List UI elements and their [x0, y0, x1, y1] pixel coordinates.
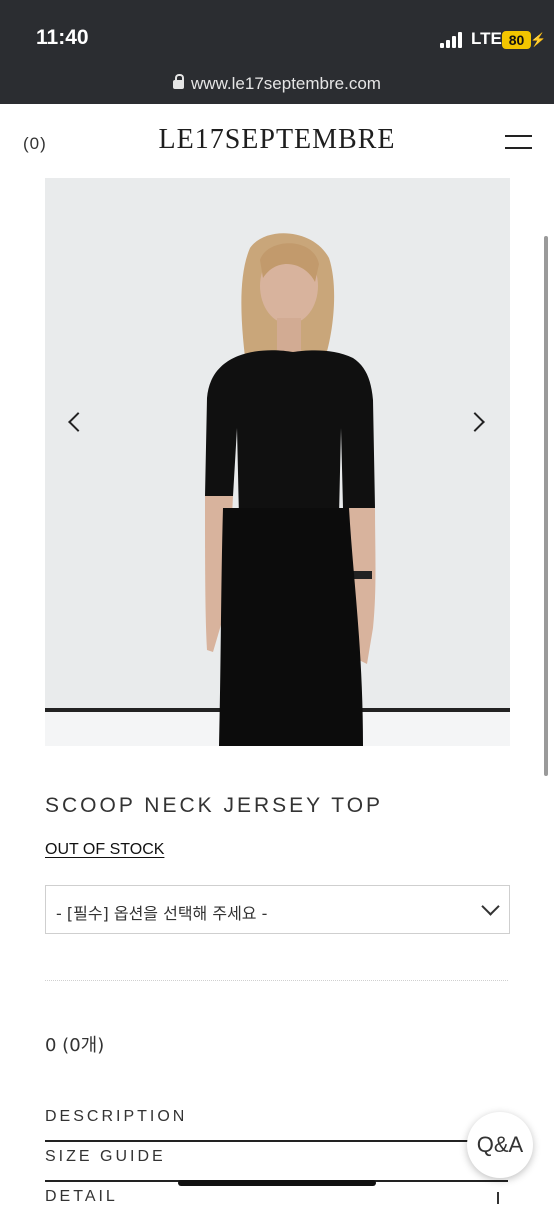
network-type: LTE: [471, 29, 502, 48]
option-select[interactable]: - [필수] 옵션을 선택해 주세요 -: [45, 885, 510, 934]
scrollbar[interactable]: [544, 236, 548, 776]
product-title: SCOOP NECK JERSEY TOP: [45, 794, 384, 817]
battery-icon: 80: [502, 31, 531, 49]
divider: [45, 980, 508, 981]
accordion-description[interactable]: DESCRIPTION: [45, 1106, 508, 1142]
product-image: [45, 178, 510, 746]
quantity-total: 0 (0개): [45, 1035, 105, 1056]
model-figure: [205, 233, 376, 746]
accordion-label: DETAIL: [45, 1188, 118, 1205]
signal-icon: [440, 32, 466, 48]
status-bar: 11:40 LTE 80 ⚡: [0, 0, 554, 66]
plus-icon: [492, 1192, 504, 1204]
accordion-size-guide[interactable]: SIZE GUIDE: [45, 1146, 508, 1182]
accordion-label: SIZE GUIDE: [45, 1148, 166, 1165]
chevron-down-icon: [481, 897, 500, 916]
divider: [45, 1140, 508, 1142]
menu-icon[interactable]: [505, 134, 532, 150]
browser-url-bar[interactable]: www.le17septembre.com: [0, 66, 554, 104]
charging-icon: ⚡: [530, 32, 547, 47]
chevron-right-icon[interactable]: [469, 412, 487, 430]
site-header: (0) LE17SEPTEMBRE: [0, 104, 554, 180]
lock-icon: [173, 74, 185, 89]
url-text: www.le17septembre.com: [191, 74, 381, 93]
qa-button[interactable]: Q&A: [467, 1112, 533, 1178]
accordion-label: DESCRIPTION: [45, 1108, 188, 1125]
home-indicator[interactable]: [178, 1180, 376, 1186]
option-select-value: - [필수] 옵션을 선택해 주세요 -: [56, 904, 268, 923]
chevron-left-icon[interactable]: [67, 412, 85, 430]
brand-logo[interactable]: LE17SEPTEMBRE: [0, 124, 554, 156]
stock-status-link[interactable]: OUT OF STOCK: [45, 841, 164, 859]
accordion-detail[interactable]: DETAIL: [45, 1186, 508, 1222]
status-time: 11:40: [36, 26, 89, 49]
